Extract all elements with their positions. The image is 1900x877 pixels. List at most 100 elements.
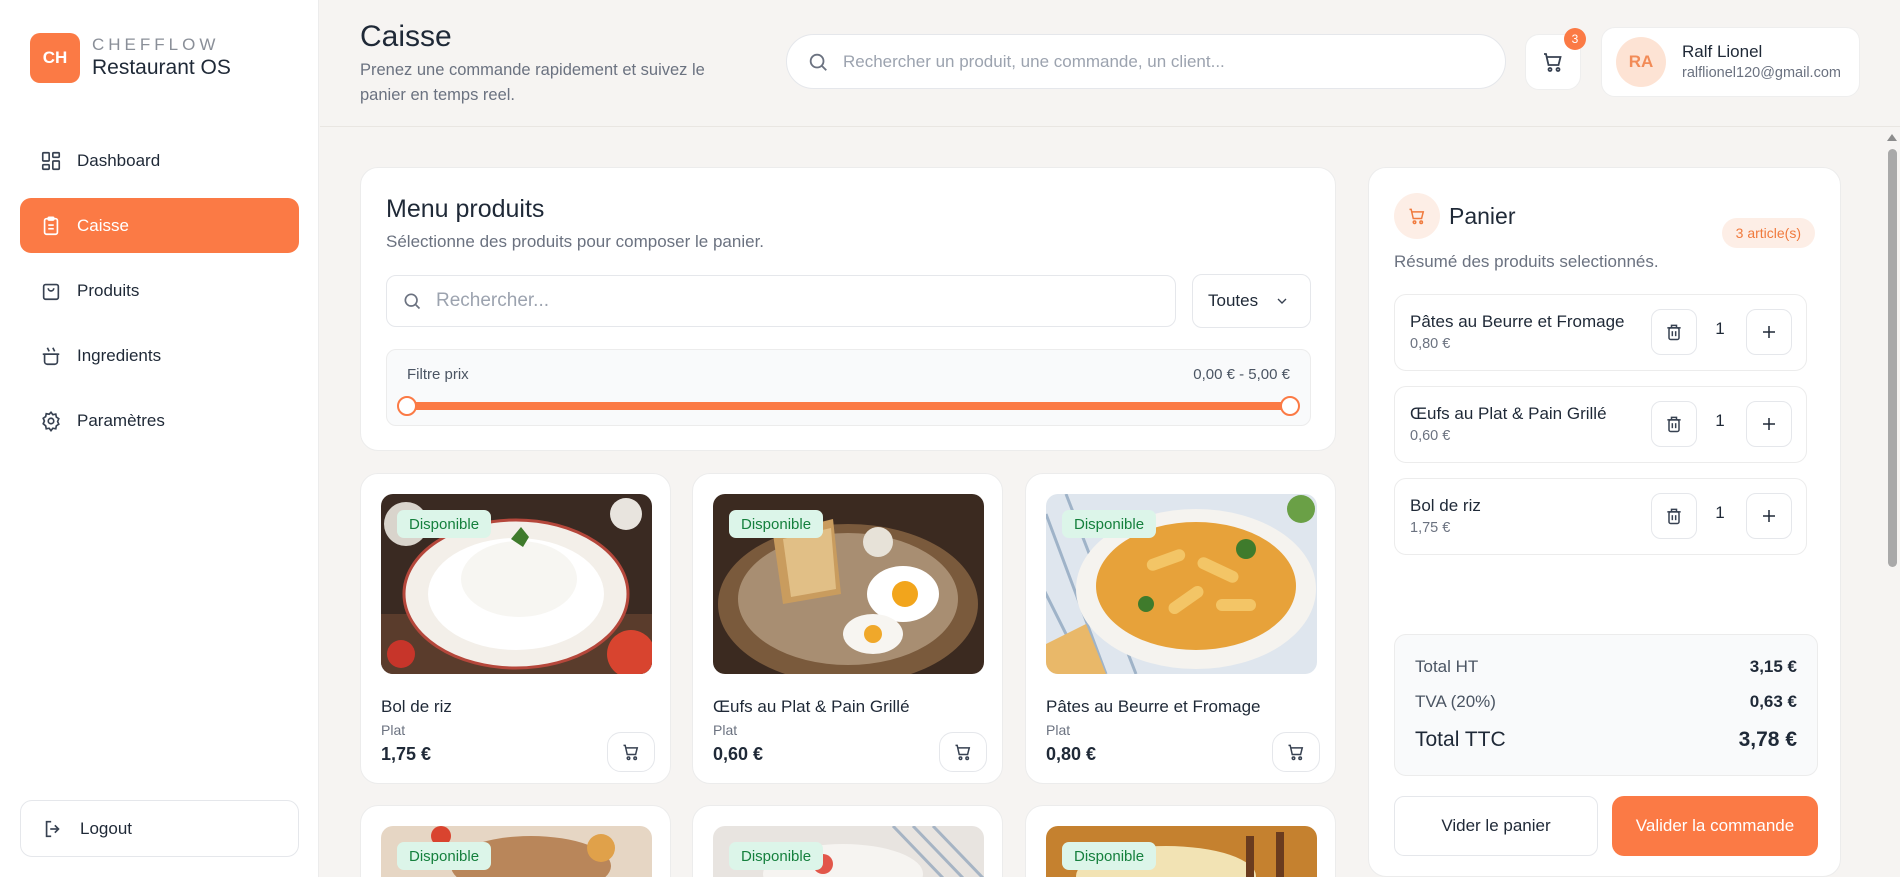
validate-order-button[interactable]: Valider la commande — [1612, 796, 1818, 856]
page-scrollbar[interactable] — [1885, 134, 1897, 877]
cart-icon — [623, 744, 639, 761]
clear-cart-button[interactable]: Vider le panier — [1394, 796, 1598, 856]
product-price: 1,75 € — [381, 744, 432, 764]
sidebar-item-produits[interactable]: Produits — [20, 263, 299, 318]
remove-item-button[interactable] — [1651, 493, 1697, 539]
page-title: Caisse — [360, 20, 452, 53]
product-card[interactable]: Disponible — [360, 805, 671, 877]
increase-quantity-button[interactable] — [1746, 493, 1792, 539]
product-search-input[interactable] — [436, 290, 1136, 312]
cart-item-price: 1,75 € — [1410, 520, 1451, 536]
cart-panel-icon — [1394, 193, 1440, 239]
top-header: Caisse Prenez une commande rapidement et… — [320, 0, 1900, 127]
cart-icon — [1544, 53, 1562, 72]
cart-subtitle: Résumé des produits selectionnés. — [1394, 252, 1659, 271]
product-card[interactable]: Disponible — [692, 805, 1003, 877]
add-to-cart-button[interactable] — [607, 732, 655, 772]
brand-name: Restaurant OS — [92, 56, 231, 79]
cart-item: Bol de riz 1,75 € 1 — [1394, 478, 1807, 555]
cart-articles-badge: 3 article(s) — [1721, 218, 1815, 248]
product-card[interactable]: Disponible Pâtes au Beurre et Fromage Pl… — [1025, 473, 1336, 784]
cart-title: Panier — [1449, 203, 1516, 229]
cart-item-quantity: 1 — [1715, 319, 1725, 338]
avatar: RA — [1616, 37, 1666, 87]
increase-quantity-button[interactable] — [1746, 309, 1792, 355]
total-ht-row: Total HT 3,15 € — [1415, 657, 1797, 677]
plus-icon — [1763, 510, 1775, 522]
search-icon — [404, 293, 421, 310]
logout-icon — [45, 820, 60, 837]
price-filter-label: Filtre prix — [407, 366, 469, 383]
add-to-cart-button[interactable] — [939, 732, 987, 772]
logout-button[interactable]: Logout — [20, 800, 299, 857]
availability-badge: Disponible — [1062, 510, 1157, 538]
price-slider-fill — [407, 402, 1290, 410]
tva-row: TVA (20%) 0,63 € — [1415, 692, 1797, 712]
cart-item-name: Pâtes au Beurre et Fromage — [1410, 312, 1625, 331]
trash-icon — [1667, 508, 1681, 525]
sidebar-nav: Dashboard Caisse Produits Ingredients Pa… — [20, 133, 299, 458]
availability-badge: Disponible — [729, 510, 824, 538]
total-ht-value: 3,15 € — [1749, 657, 1797, 676]
menu-subtitle: Sélectionne des produits pour composer l… — [386, 232, 765, 251]
sidebar-item-ingredients[interactable]: Ingredients — [20, 328, 299, 383]
bag-icon — [42, 283, 60, 300]
product-card[interactable]: Disponible — [1025, 805, 1336, 877]
menu-panel: Menu produits Sélectionne des produits p… — [360, 167, 1336, 451]
plus-icon — [1763, 326, 1775, 338]
sidebar-item-dashboard[interactable]: Dashboard — [20, 133, 299, 188]
clipboard-icon — [43, 215, 59, 235]
increase-quantity-button[interactable] — [1746, 401, 1792, 447]
category-select[interactable]: Toutes — [1192, 274, 1311, 328]
sidebar-item-label: Paramètres — [77, 410, 165, 430]
sidebar-item-label: Produits — [77, 280, 140, 300]
price-slider-max-handle[interactable] — [1280, 396, 1300, 416]
price-slider-track[interactable] — [397, 396, 1300, 416]
remove-item-button[interactable] — [1651, 309, 1697, 355]
trash-icon — [1667, 416, 1681, 433]
total-ttc-value: 3,78 € — [1738, 728, 1797, 751]
cart-item-name: Bol de riz — [1410, 496, 1481, 515]
product-category: Plat — [713, 722, 738, 738]
user-menu[interactable]: RA Ralf Lionel ralflionel120@gmail.com — [1601, 27, 1860, 97]
cart-item: Œufs au Plat & Pain Grillé 0,60 € 1 — [1394, 386, 1807, 463]
cart-icon — [1409, 208, 1425, 225]
sidebar-item-parametres[interactable]: Paramètres — [20, 393, 299, 448]
cart-totals: Total HT 3,15 € TVA (20%) 0,63 € Total T… — [1394, 634, 1818, 776]
sidebar-item-caisse[interactable]: Caisse — [20, 198, 299, 253]
cart-item-price: 0,80 € — [1410, 336, 1451, 352]
sidebar: CH CHEFFLOW Restaurant OS Dashboard Cais… — [0, 0, 319, 877]
remove-item-button[interactable] — [1651, 401, 1697, 447]
scroll-up-arrow[interactable] — [1887, 134, 1897, 141]
total-ttc-row: Total TTC 3,78 € — [1415, 728, 1797, 752]
product-card[interactable]: Disponible Œufs au Plat & Pain Grillé Pl… — [692, 473, 1003, 784]
product-search[interactable] — [386, 275, 1176, 327]
scroll-thumb[interactable] — [1888, 149, 1897, 567]
chevron-down-icon — [1277, 298, 1287, 304]
sidebar-item-label: Ingredients — [77, 345, 162, 365]
add-to-cart-button[interactable] — [1272, 732, 1320, 772]
product-price: 0,80 € — [1046, 744, 1097, 764]
logout-label: Logout — [80, 818, 132, 838]
product-price: 0,60 € — [713, 744, 764, 764]
total-ttc-label: Total TTC — [1415, 728, 1506, 751]
category-select-value: Toutes — [1208, 291, 1259, 310]
product-card[interactable]: Disponible Bol de riz Plat 1,75 € — [360, 473, 671, 784]
sidebar-item-label: Caisse — [77, 215, 129, 235]
cart-count-badge: 3 — [1564, 28, 1586, 50]
user-name: Ralf Lionel — [1682, 42, 1763, 61]
global-search-input[interactable] — [843, 51, 1463, 72]
cart-item-price: 0,60 € — [1410, 428, 1451, 444]
brand-logo: CH — [30, 33, 80, 83]
global-search[interactable] — [786, 34, 1506, 89]
cart-icon — [1288, 744, 1304, 761]
pot-icon — [42, 346, 60, 365]
cart-item-quantity: 1 — [1715, 503, 1725, 522]
availability-badge: Disponible — [1062, 842, 1157, 870]
gear-icon — [42, 410, 60, 432]
tva-value: 0,63 € — [1749, 692, 1797, 711]
trash-icon — [1667, 324, 1681, 341]
price-slider-min-handle[interactable] — [397, 396, 417, 416]
product-name: Bol de riz — [381, 697, 452, 716]
product-category: Plat — [1046, 722, 1071, 738]
